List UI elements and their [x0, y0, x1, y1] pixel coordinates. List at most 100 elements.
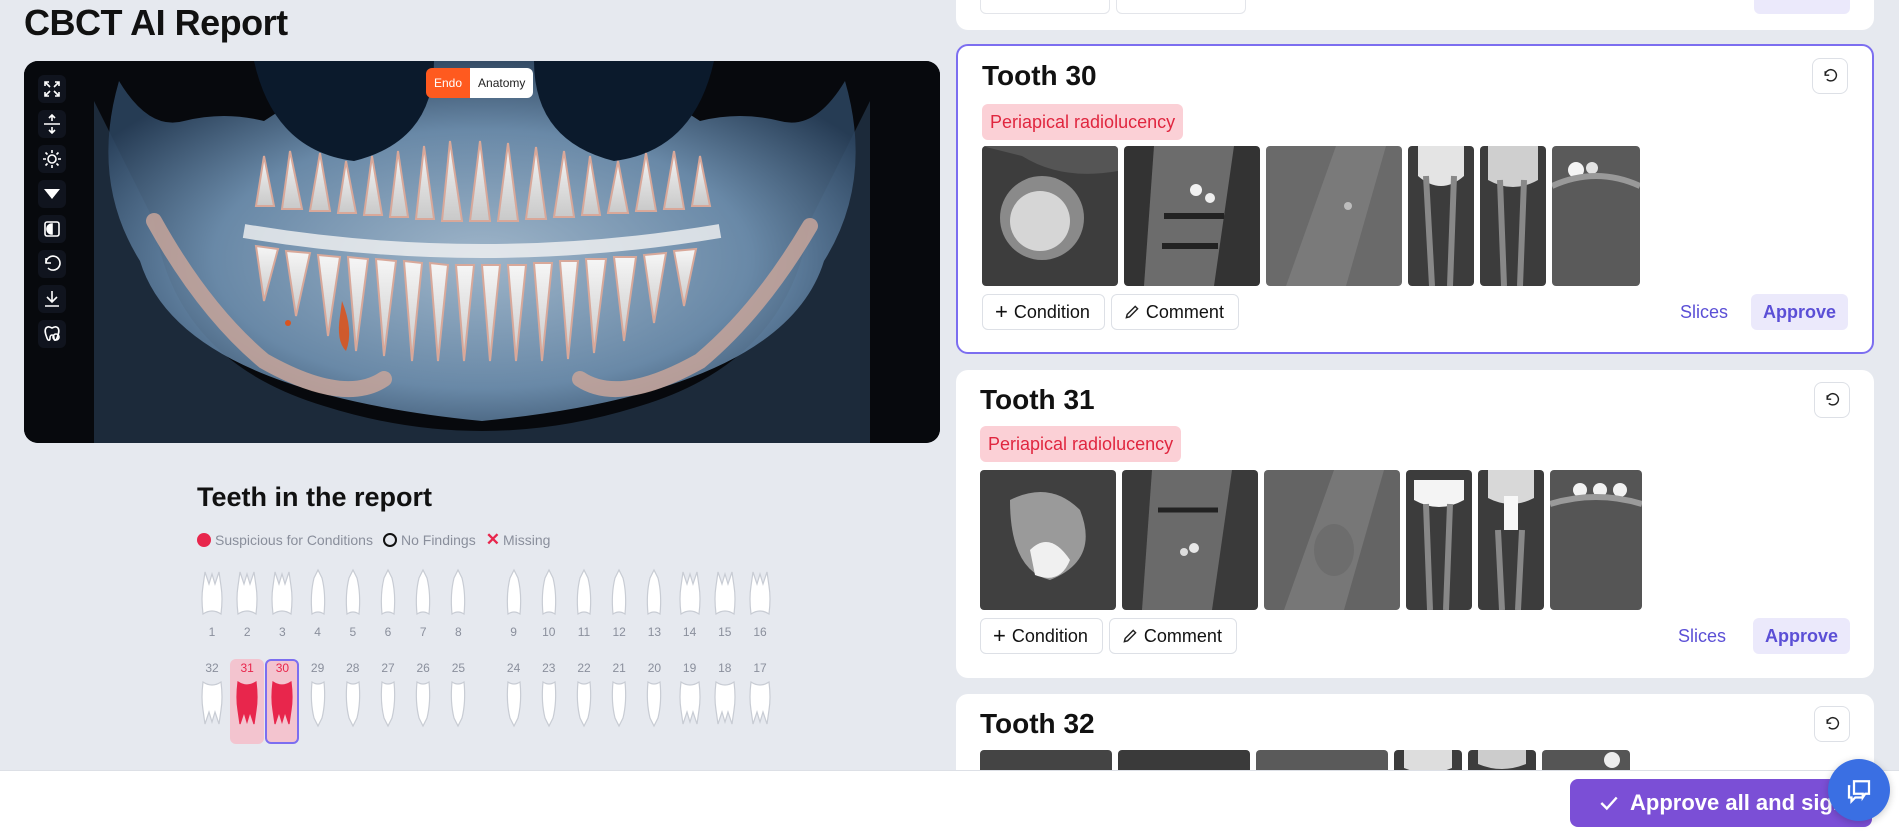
panoramic-viewer[interactable]: Endo Anatomy	[24, 61, 940, 443]
tooth-6[interactable]: 6	[373, 568, 403, 640]
tooth-1[interactable]: 1	[197, 568, 227, 640]
tooth-number-label: 1	[208, 625, 216, 639]
tooth-number-label: 31	[240, 661, 254, 675]
tooth-2[interactable]: 2	[232, 568, 262, 640]
tooth-7[interactable]: 7	[408, 568, 438, 640]
tooth-12[interactable]: 12	[604, 568, 634, 640]
tooth-4[interactable]: 4	[303, 568, 333, 640]
tooth-21[interactable]: 21	[604, 660, 634, 728]
tooth-number-label: 14	[682, 625, 697, 639]
tooth-31[interactable]: 31	[232, 660, 262, 728]
tooth-32[interactable]: 32	[197, 660, 227, 728]
slice-image[interactable]	[980, 470, 1116, 610]
tooth-25[interactable]: 25	[443, 660, 473, 728]
tooth-icon	[201, 571, 223, 616]
tooth-15[interactable]: 15	[710, 568, 740, 640]
slice-image[interactable]	[982, 146, 1118, 286]
approve-all-and-sign-button[interactable]: Approve all and sign	[1570, 779, 1872, 827]
tooth-10[interactable]: 10	[534, 568, 564, 640]
comment-button[interactable]: Comment	[1110, 294, 1239, 330]
tooth-number-label: 4	[314, 625, 321, 639]
slice-image[interactable]	[1266, 146, 1402, 286]
tooth-icon	[506, 680, 521, 728]
brightness-icon[interactable]	[38, 145, 66, 173]
tooth-icon	[576, 568, 592, 616]
mode-endo-button[interactable]: Endo	[426, 68, 471, 98]
tooth-20[interactable]: 20	[639, 660, 669, 728]
slice-image[interactable]	[1480, 146, 1546, 286]
legend-suspicious-label: Suspicious for Conditions	[215, 532, 373, 548]
tooth-24[interactable]: 24	[499, 660, 529, 728]
tooth-19[interactable]: 19	[675, 660, 705, 728]
tooth-number-label: 26	[416, 661, 430, 675]
legend-no-findings: No Findings	[382, 532, 476, 548]
tooth-27[interactable]: 27	[373, 660, 403, 728]
tooth-number-label: 27	[381, 661, 395, 675]
tooth-11[interactable]: 11	[569, 568, 599, 640]
tooth-31-actions: + Condition Comment	[980, 618, 1237, 654]
undo-icon[interactable]	[38, 250, 66, 278]
tooth-22[interactable]: 22	[569, 660, 599, 728]
tooth-18[interactable]: 18	[710, 660, 740, 728]
legend-no-findings-label: No Findings	[400, 532, 476, 548]
slice-image[interactable]	[1408, 146, 1474, 286]
slice-image[interactable]	[1406, 470, 1472, 610]
tooth-31-slices-link[interactable]: Slices	[1678, 626, 1726, 647]
tooth-31-card[interactable]: Tooth 31 Periapical radiolucency + Condi…	[956, 370, 1874, 678]
slice-image[interactable]	[1122, 470, 1258, 610]
slice-image[interactable]	[1478, 470, 1544, 610]
tooth-29[interactable]: 29	[303, 660, 333, 728]
tooth-30-slices-link[interactable]: Slices	[1680, 302, 1728, 323]
tooth-31-condition-badge[interactable]: Periapical radiolucency	[980, 426, 1182, 462]
slice-image[interactable]	[1550, 470, 1642, 610]
tooth-icon	[647, 680, 662, 728]
tooth-8[interactable]: 8	[443, 568, 473, 640]
tooth-30[interactable]: 30	[267, 660, 297, 728]
add-condition-button[interactable]: + Condition	[980, 618, 1103, 654]
tooth-23[interactable]: 23	[534, 660, 564, 728]
tooth-16[interactable]: 16	[745, 568, 775, 640]
tooth-3[interactable]: 3	[267, 568, 297, 640]
comment-button[interactable]: Comment	[1108, 618, 1237, 654]
tooth-31-title: Tooth 31	[980, 384, 1095, 415]
tooth-31-reset-button[interactable]	[1814, 382, 1850, 418]
chat-support-button[interactable]	[1828, 759, 1890, 821]
previous-tooth-card	[956, 0, 1874, 30]
tooth-number-label: 28	[346, 661, 360, 675]
tooth-icon	[714, 680, 736, 725]
tooth-icon	[678, 571, 701, 616]
tooth-icon	[749, 680, 771, 725]
tooth-5[interactable]: 5	[338, 568, 368, 640]
tooth-13[interactable]: 13	[639, 568, 669, 640]
tooth-26[interactable]: 26	[408, 660, 438, 728]
tooth-30-approve-button[interactable]: Approve	[1750, 294, 1848, 330]
undo-icon	[1826, 717, 1840, 730]
tooth-30-card[interactable]: Tooth 30 Periapical radiolucency + Condi…	[956, 44, 1874, 354]
slice-image[interactable]	[1552, 146, 1640, 286]
filter-icon[interactable]	[38, 180, 66, 208]
tooth-30-reset-button[interactable]	[1812, 58, 1848, 94]
tooth-30-condition-badge[interactable]: Periapical radiolucency	[982, 104, 1184, 140]
slice-image[interactable]	[1124, 146, 1260, 286]
tooth-icon	[749, 571, 771, 616]
add-condition-label: Condition	[1013, 301, 1090, 322]
tooth-17[interactable]: 17	[745, 660, 775, 728]
tooth-9[interactable]: 9	[499, 568, 529, 640]
tooth-14[interactable]: 14	[675, 568, 705, 640]
download-icon[interactable]	[38, 285, 66, 313]
split-vertical-icon[interactable]	[38, 110, 66, 138]
tooth-number-label: 3	[279, 625, 286, 639]
tooth-icon	[541, 568, 557, 616]
approve-all-label: Approve all and sign	[1630, 790, 1847, 815]
tooth-mask-icon[interactable]	[38, 320, 66, 348]
add-condition-button[interactable]: + Condition	[982, 294, 1105, 330]
mode-anatomy-button[interactable]: Anatomy	[470, 68, 534, 98]
tooth-number-label: 17	[753, 661, 767, 675]
tooth-32-reset-button[interactable]	[1814, 706, 1850, 742]
invert-icon[interactable]	[38, 215, 66, 243]
slice-image[interactable]	[1264, 470, 1400, 610]
tooth-icon	[236, 571, 258, 616]
tooth-31-approve-button[interactable]: Approve	[1752, 618, 1850, 654]
expand-icon[interactable]	[38, 75, 66, 103]
tooth-28[interactable]: 28	[338, 660, 368, 728]
